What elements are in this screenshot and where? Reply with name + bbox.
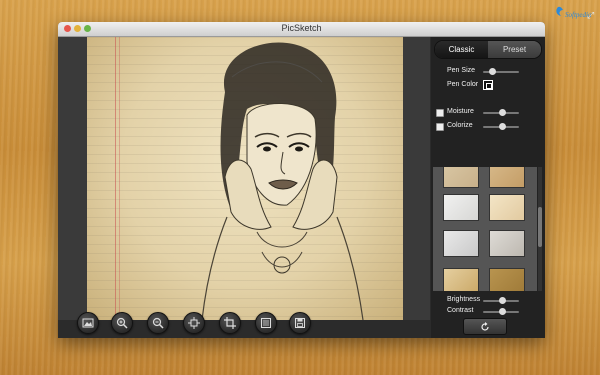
settings-sidebar: Classic Preset Pen Size Pen Color Moistu… [431, 37, 545, 338]
tab-preset[interactable]: Preset [488, 41, 541, 58]
image-icon [82, 318, 94, 328]
moisture-checkbox[interactable] [436, 109, 444, 117]
paper-margin-line-2 [119, 37, 120, 320]
brightness-label: Brightness [447, 296, 481, 303]
bottom-toolbar [58, 312, 430, 338]
gallery-scrollbar[interactable] [538, 167, 542, 291]
sketch-portrait [201, 42, 364, 320]
crop-button[interactable] [219, 312, 241, 334]
pen-size-slider-knob[interactable] [489, 68, 496, 75]
save-button[interactable] [289, 312, 311, 334]
pen-size-label: Pen Size [447, 67, 476, 74]
brightness-slider-knob[interactable] [499, 297, 506, 304]
brightness-slider[interactable] [483, 297, 519, 304]
refresh-icon [481, 321, 489, 331]
pen-color-swatch[interactable] [483, 80, 493, 90]
texture-thumbnail[interactable] [443, 230, 479, 257]
colorize-slider[interactable] [483, 123, 519, 130]
paper-margin-line [115, 37, 116, 320]
contrast-slider-knob[interactable] [499, 308, 506, 315]
contrast-label: Contrast [447, 307, 474, 314]
colorize-slider-knob[interactable] [499, 123, 506, 130]
texture-gallery [433, 167, 537, 291]
zoom-in-icon [116, 317, 128, 329]
colorize-label: Colorize [447, 122, 473, 129]
texture-thumbnail[interactable] [443, 167, 479, 188]
zoom-out-button[interactable] [147, 312, 169, 334]
open-image-button[interactable] [77, 312, 99, 334]
texture-thumbnail[interactable] [489, 167, 525, 188]
mode-segmented-control: Classic Preset [434, 40, 542, 59]
fullscreen-icon[interactable]: ⤢ [587, 10, 594, 21]
frame-icon [261, 318, 271, 328]
save-icon [295, 318, 305, 328]
texture-thumbnail[interactable] [443, 268, 479, 291]
colorize-checkbox[interactable] [436, 123, 444, 131]
refresh-button[interactable] [463, 318, 507, 335]
moisture-label: Moisture [447, 108, 474, 115]
moisture-slider[interactable] [483, 109, 519, 116]
contrast-slider[interactable] [483, 308, 519, 315]
tab-classic[interactable]: Classic [435, 41, 488, 58]
pen-size-slider[interactable] [483, 68, 519, 75]
fit-to-screen-button[interactable] [183, 312, 205, 334]
fit-icon [188, 317, 200, 329]
canvas-area[interactable] [58, 37, 430, 320]
window-title: PicSketch [281, 23, 322, 33]
frame-button[interactable] [255, 312, 277, 334]
texture-thumbnail[interactable] [443, 194, 479, 221]
gallery-scrollbar-thumb[interactable] [538, 207, 542, 247]
texture-thumbnail[interactable] [489, 268, 525, 291]
sketch-paper [87, 37, 403, 320]
pen-color-label: Pen Color [447, 81, 479, 88]
moisture-slider-knob[interactable] [499, 109, 506, 116]
texture-thumbnail[interactable] [489, 194, 525, 221]
texture-thumbnail[interactable] [489, 230, 525, 257]
zoom-out-icon [152, 317, 164, 329]
title-bar: PicSketch [58, 22, 545, 37]
app-window: PicSketch Classic Preset Pen Size Pen Co… [58, 22, 545, 338]
zoom-in-button[interactable] [111, 312, 133, 334]
crop-icon [224, 317, 236, 329]
